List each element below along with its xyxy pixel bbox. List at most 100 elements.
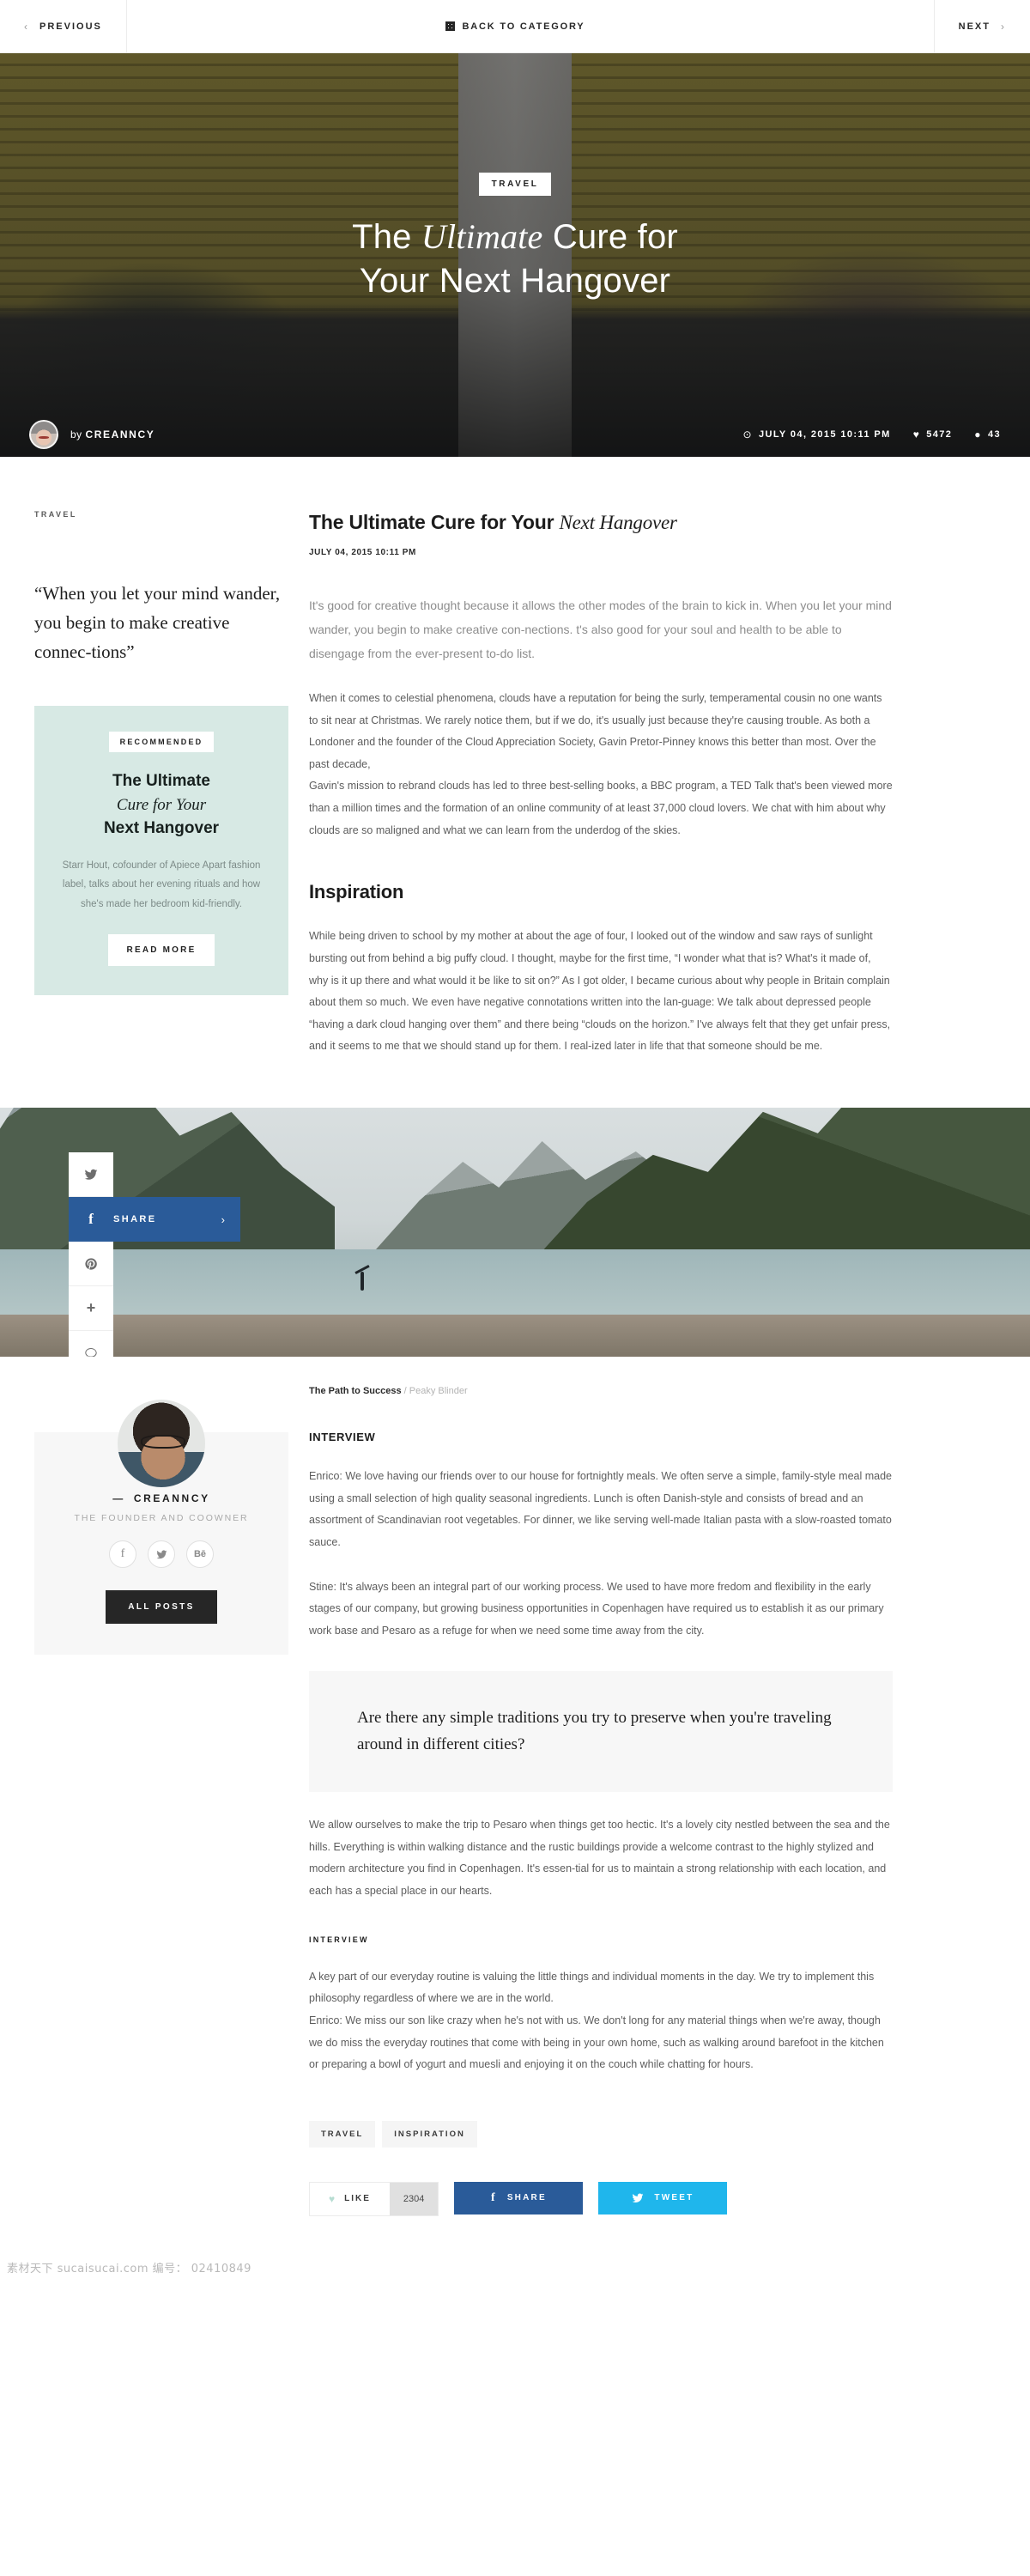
breadcrumb-current[interactable]: The Path to Success [309,1386,402,1396]
tag-list: TRAVEL INSPIRATION [309,2120,893,2148]
hero-title-line2: Your Next Hangover [359,262,671,300]
social-share-rail: SHARE f SHARE › + [69,1152,240,1358]
back-to-category-label: BACK TO CATEGORY [462,21,585,32]
breadcrumb-separator: / [401,1386,409,1397]
breadcrumb-parent[interactable]: Peaky Blinder [409,1386,468,1396]
article-eyebrow-category[interactable]: TRAVEL [34,510,288,519]
share-twitter-button[interactable] [69,1152,113,1198]
author-twitter-link[interactable] [148,1540,175,1569]
twitter-icon [632,2193,644,2202]
article-lede: It's good for creative thought because i… [309,598,892,660]
facebook-icon: f [490,2190,497,2204]
photo-shore [0,1314,1030,1358]
share-twitter-button[interactable]: TWEET [598,2181,728,2215]
share-facebook-button[interactable]: f SHARE [454,2181,584,2215]
article-header: The Ultimate Cure for Your Next Hangover… [309,457,893,557]
comment-icon [85,1347,97,1358]
heart-icon: ♥ [329,2192,337,2205]
share-comment-button[interactable] [69,1331,113,1358]
chevron-right-icon: › [1001,20,1006,33]
next-post-link[interactable]: NEXT › [933,0,1030,52]
share-facebook-label: SHARE [506,2193,547,2203]
by-prefix: by [70,428,86,440]
article-main: The Ultimate Cure for Your Next Hangover… [309,457,927,1058]
interview-content: The Path to Success / Peaky Blinder INTE… [309,1357,893,2285]
behance-icon: Bē [193,1549,207,1560]
like-label: LIKE [344,2194,371,2204]
top-navigation: ‹ PREVIOUS BACK TO CATEGORY NEXT › [0,0,1030,53]
share-facebook-button[interactable]: SHARE f SHARE › [69,1197,240,1242]
interview-layout: — CREANNCY THE FOUNDER AND COOWNER f Bē A… [0,1357,1030,2285]
share-more-button[interactable]: + [69,1286,113,1332]
author-facebook-link[interactable]: f [109,1540,136,1569]
hero-byline: by CREANNCY [70,428,154,440]
page-title: The Ultimate Cure for Your Next Hangover [309,510,893,536]
dash-icon: — [112,1492,125,1505]
comment-icon: ● [974,428,982,440]
article-sidebar: TRAVEL “When you let your mind wander, y… [0,457,309,1058]
interview-main: The Path to Success / Peaky Blinder INTE… [309,1357,927,2285]
feature-photo-band: SHARE f SHARE › + [0,1108,1030,1358]
interview-sidebar: — CREANNCY THE FOUNDER AND COOWNER f Bē A… [0,1357,309,2285]
tag-item[interactable]: TRAVEL [309,2120,376,2148]
hero-content: TRAVEL The Ultimate Cure for Your Next H… [0,53,1030,457]
facebook-icon: f [120,1547,125,1561]
read-more-button[interactable]: READ MORE [107,933,215,966]
interview-paragraph-5: Enrico: We miss our son like crazy when … [309,2014,884,2071]
like-button-main: ♥ LIKE [310,2182,390,2215]
heading-inspiration: Inspiration [309,881,404,903]
hero-comments[interactable]: ● 43 [974,428,1001,440]
avatar [29,420,58,449]
interview-paragraph-4: A key part of our everyday routine is va… [309,1970,875,2005]
previous-post-link[interactable]: ‹ PREVIOUS [0,0,127,52]
author-behance-link[interactable]: Bē [186,1540,214,1569]
hero-title-italic: Ultimate [421,216,543,256]
pull-quote: “When you let your mind wander, you begi… [34,583,281,663]
plus-icon: + [86,1299,96,1317]
interview-question: Are there any simple traditions you try … [357,1709,832,1753]
heart-icon: ♥ [912,428,921,440]
hero-author[interactable]: by CREANNCY [29,420,154,449]
recommended-title-line1: The Ultimate [112,772,211,791]
chevron-left-icon: ‹ [24,20,29,33]
author-role: THE FOUNDER AND COOWNER [74,1513,249,1524]
hero-date: ⊙ JULY 04, 2015 10:11 PM [742,428,890,440]
hero-banner: TRAVEL The Ultimate Cure for Your Next H… [0,53,1030,457]
clock-icon: ⊙ [742,428,753,440]
back-to-category-link[interactable]: BACK TO CATEGORY [0,0,1030,52]
hero-title: The Ultimate Cure for Your Next Hangover [352,215,678,303]
grid-icon [445,21,455,31]
recommended-badge: RECOMMENDED [108,732,215,753]
hero-date-text: JULY 04, 2015 10:11 PM [758,429,891,440]
interview-heading: INTERVIEW [309,1431,376,1444]
recommended-description: Starr Hout, cofounder of Apiece Apart fa… [62,860,261,909]
pinterest-icon [85,1257,97,1270]
recommended-card: RECOMMENDED The Ultimate Cure for Your N… [34,706,288,995]
hero-stats: ⊙ JULY 04, 2015 10:11 PM ♥ 5472 ● 43 [720,428,1001,440]
breadcrumb: The Path to Success / Peaky Blinder [309,1386,893,1396]
share-facebook-label: SHARE [113,1214,157,1225]
page-root: ‹ PREVIOUS BACK TO CATEGORY NEXT › TRAVE… [0,0,1030,2285]
photo-hiker [360,1272,364,1291]
article-title-italic: Next Hangover [559,512,677,533]
author-socials: f Bē [60,1540,263,1569]
avatar [118,1400,205,1488]
all-posts-button[interactable]: ALL POSTS [106,1590,217,1625]
article-paragraph-1: When it comes to celestial phenomena, cl… [309,691,882,770]
author-name: CREANNCY [85,428,155,440]
interview-question-block: Are there any simple traditions you try … [309,1671,893,1793]
like-count: 2304 [389,2182,439,2215]
recommended-title-line3: Next Hangover [103,819,220,838]
share-pinterest-button[interactable] [69,1242,113,1287]
like-button[interactable]: ♥ LIKE 2304 [309,2181,439,2216]
interview-paragraph-2: Stine: It's always been an integral part… [309,1580,884,1637]
hero-category-badge[interactable]: TRAVEL [478,172,552,196]
hero-likes[interactable]: ♥ 5472 [913,428,953,440]
author-name: — CREANNCY [60,1492,263,1504]
photo-lake [0,1249,1030,1317]
hero-title-part2: Cure for [542,217,678,256]
recommended-title[interactable]: The Ultimate Cure for Your Next Hangover [57,769,266,841]
tag-item[interactable]: INSPIRATION [382,2120,477,2148]
author-name-text: CREANNCY [133,1492,210,1505]
article-date: JULY 04, 2015 10:11 PM [309,547,416,557]
